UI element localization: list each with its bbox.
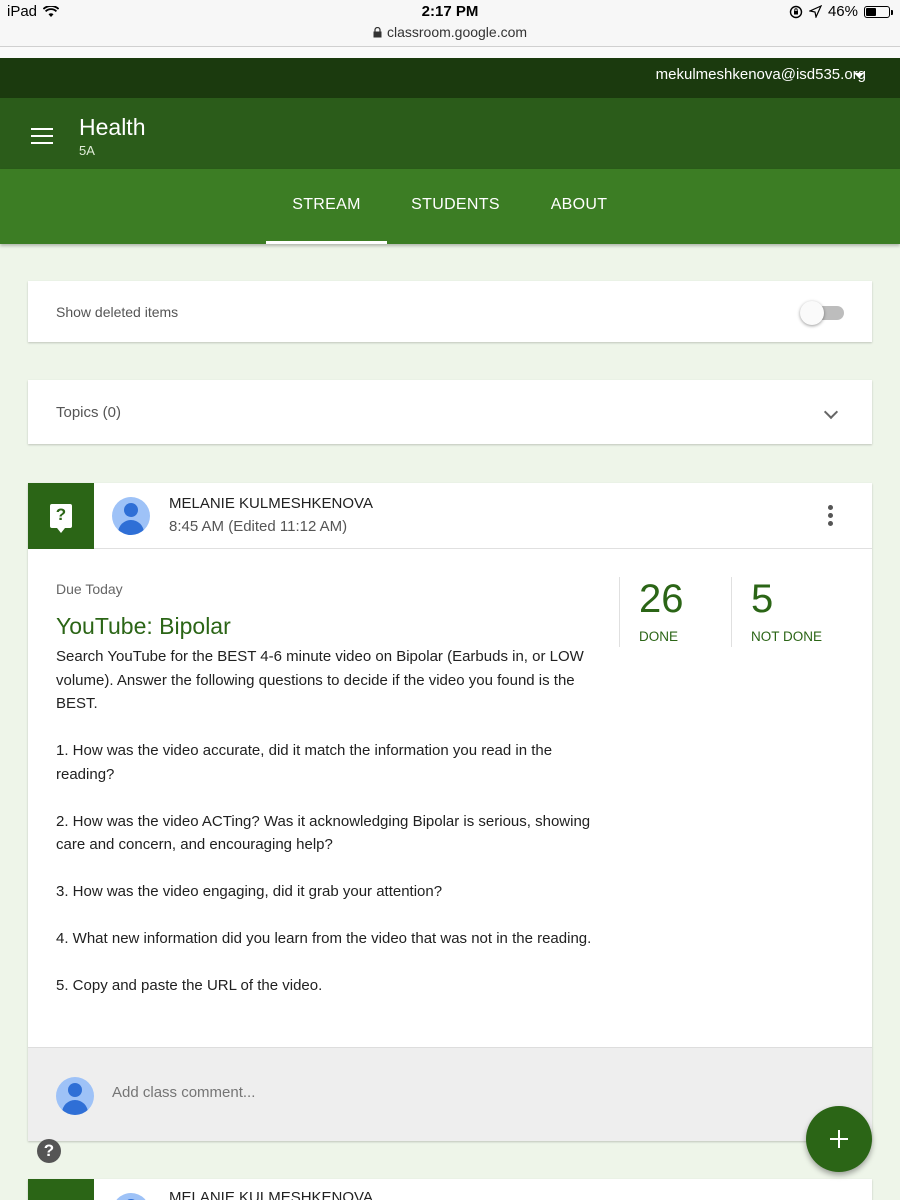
location-arrow-icon [808, 5, 822, 18]
not-done-stat[interactable]: 5 NOT DONE [731, 577, 851, 647]
class-section: 5A [79, 143, 95, 158]
assignment-description: Search YouTube for the BEST 4-6 minute v… [56, 645, 601, 1021]
tab-stream[interactable]: STREAM [266, 169, 387, 244]
battery-icon [864, 5, 893, 18]
next-post: MELANIE KULMESHKENOVA [28, 1179, 872, 1200]
add-button[interactable] [806, 1106, 872, 1172]
description-paragraph: 2. How was the video ACTing? Was it ackn… [56, 812, 591, 854]
assignment-post: ? MELANIE KULMESHKENOVA 8:45 AM (Edited … [28, 483, 872, 1141]
menu-icon[interactable] [31, 128, 53, 144]
rotation-lock-icon [789, 5, 803, 18]
description-paragraph: 1. How was the video accurate, did it ma… [56, 742, 553, 783]
show-deleted-label: Show deleted items [56, 304, 179, 320]
avatar [112, 1193, 150, 1200]
show-deleted-toggle[interactable] [800, 301, 844, 325]
topics-label: Topics (0) [56, 404, 122, 421]
assignment-title[interactable]: YouTube: Bipolar [56, 613, 231, 640]
class-comment-input[interactable] [112, 1084, 612, 1101]
account-email[interactable]: mekulmeshkenova@isd535.org [656, 66, 866, 83]
avatar [56, 1077, 94, 1115]
post-author: MELANIE KULMESHKENOVA [169, 495, 373, 512]
more-options-icon[interactable] [828, 505, 834, 527]
class-title: Health [79, 114, 146, 140]
done-count: 26 [639, 577, 684, 621]
status-bar: iPad 2:17 PM 46% [0, 0, 900, 24]
battery-percent: 46% [827, 3, 858, 20]
tab-about[interactable]: ABOUT [540, 169, 618, 244]
not-done-label: NOT DONE [751, 629, 823, 644]
question-type-badge [28, 1179, 94, 1200]
url-text: classroom.google.com [386, 24, 528, 40]
help-icon[interactable]: ? [37, 1139, 61, 1163]
question-icon: ? [50, 504, 72, 533]
description-paragraph: 5. Copy and paste the URL of the video. [56, 977, 323, 994]
comment-area [28, 1047, 872, 1141]
show-deleted-card: Show deleted items [28, 281, 872, 342]
description-paragraph: 3. How was the video engaging, did it gr… [56, 883, 443, 900]
done-stat[interactable]: 26 DONE [619, 577, 731, 647]
account-dropdown-icon[interactable] [854, 73, 864, 78]
avatar [112, 497, 150, 535]
post-header: ? MELANIE KULMESHKENOVA 8:45 AM (Edited … [28, 483, 872, 549]
address-bar[interactable]: classroom.google.com [0, 24, 900, 46]
tab-bar: STREAM STUDENTS ABOUT [0, 169, 900, 244]
not-done-count: 5 [751, 577, 774, 621]
tab-students[interactable]: STUDENTS [400, 169, 511, 244]
due-label: Due Today [56, 581, 123, 597]
done-label: DONE [639, 629, 679, 644]
description-paragraph: 4. What new information did you learn fr… [56, 930, 592, 947]
question-type-badge: ? [28, 483, 94, 549]
post-timestamp: 8:45 AM (Edited 11:12 AM) [169, 518, 348, 535]
class-header: Health 5A [0, 98, 900, 169]
account-bar: mekulmeshkenova@isd535.org [0, 58, 900, 98]
lock-icon [373, 26, 382, 37]
description-paragraph: Search YouTube for the BEST 4-6 minute v… [56, 648, 584, 712]
chevron-down-icon[interactable] [823, 404, 839, 420]
post-author: MELANIE KULMESHKENOVA [169, 1189, 373, 1200]
clock: 2:17 PM [421, 3, 479, 20]
browser-divider [0, 46, 900, 58]
topics-card[interactable]: Topics (0) [28, 380, 872, 444]
